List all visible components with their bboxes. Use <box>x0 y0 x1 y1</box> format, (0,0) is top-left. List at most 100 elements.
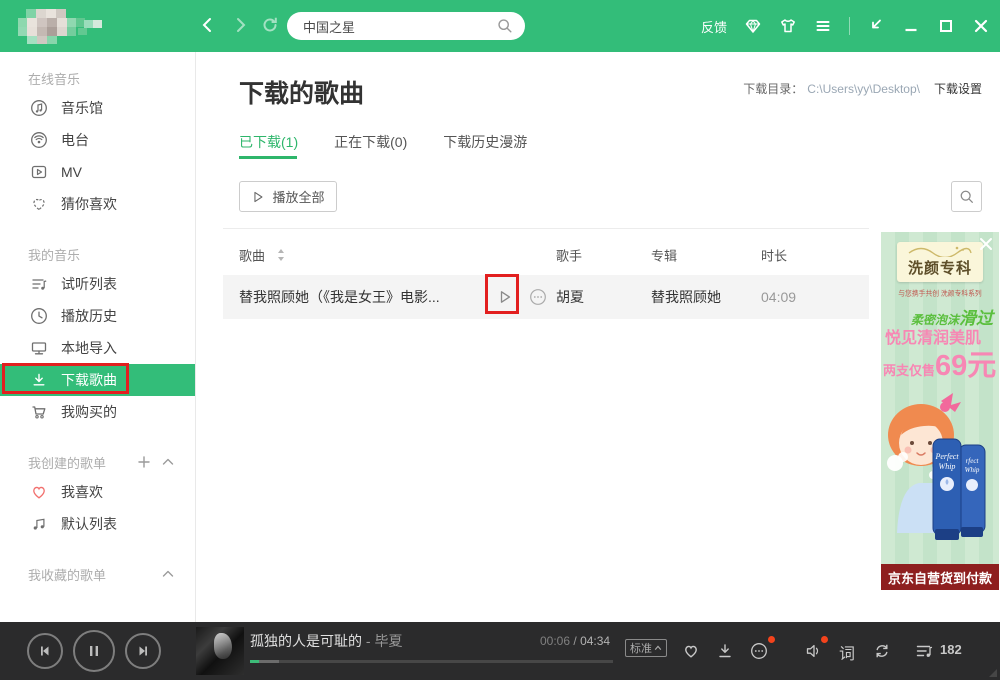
pause-button[interactable] <box>73 630 115 672</box>
sidebar-item-my-likes[interactable]: 我喜欢 <box>0 476 195 508</box>
close-icon[interactable] <box>972 17 990 35</box>
chevron-left-icon <box>199 16 217 34</box>
nav-forward-button[interactable] <box>228 14 252 38</box>
sidebar-item-mv[interactable]: MV <box>0 156 195 188</box>
skin-shirt-icon[interactable] <box>779 17 797 35</box>
current-time: 00:06 <box>540 634 570 648</box>
column-header-artist[interactable]: 歌手 <box>556 246 582 265</box>
sidebar-section-my-music: 我的音乐 <box>0 244 195 264</box>
more-options-badge <box>768 636 775 643</box>
tab-download-history[interactable]: 下载历史漫游 <box>443 132 527 152</box>
tab-downloaded[interactable]: 已下载(1) <box>239 132 298 152</box>
vip-gem-icon[interactable] <box>744 17 762 35</box>
svg-text:rfect: rfect <box>966 457 980 465</box>
main-menu-icon[interactable] <box>814 17 832 35</box>
ad-footer: 京东自营 货到付款 <box>881 564 999 590</box>
heart-icon <box>30 483 48 501</box>
volume-badge <box>821 636 828 643</box>
progress-fill <box>250 660 259 663</box>
next-track-button[interactable] <box>125 633 161 669</box>
ad-brand-logo: 洗颜专科 <box>897 242 983 282</box>
previous-icon <box>37 643 53 659</box>
playlist-count[interactable]: 182 <box>940 642 962 657</box>
more-options-icon[interactable] <box>750 642 768 660</box>
play-all-button[interactable]: 播放全部 <box>239 181 337 212</box>
ad-illustration: rfect Whip Perfect Whip <box>881 387 999 564</box>
minimize-icon[interactable] <box>902 17 920 35</box>
next-icon <box>135 643 151 659</box>
sidebar-item-purchased[interactable]: 我购买的 <box>0 396 195 428</box>
previous-track-button[interactable] <box>27 633 63 669</box>
lyrics-button[interactable]: 词 <box>839 640 855 664</box>
active-tab-underline <box>239 156 297 159</box>
play-history-icon <box>30 307 48 325</box>
guess-you-like-icon <box>30 195 48 213</box>
sidebar-item-download-songs[interactable]: 下载歌曲 <box>0 364 195 396</box>
quality-selector[interactable]: 标准 <box>625 639 667 657</box>
now-playing-album-art[interactable] <box>196 627 244 675</box>
sidebar: 在线音乐 音乐馆 电台 MV 猜你喜欢 我的音乐 试听列表 播放历史 本地 <box>0 52 196 622</box>
row-play-icon[interactable] <box>497 289 513 305</box>
nav-refresh-button[interactable] <box>258 14 282 38</box>
sidebar-item-default-list[interactable]: 默认列表 <box>0 508 195 540</box>
collapse-section-icon[interactable] <box>160 454 176 470</box>
total-time: 04:34 <box>580 634 610 648</box>
ad-tagline: 与您携手共创 洗颜专科系列 <box>890 289 990 298</box>
main-content: 下载的歌曲 下载目录： C:\Users\yy\Desktop\ 下载设置 已下… <box>197 52 1000 622</box>
radio-icon <box>30 131 48 149</box>
svg-text:Whip: Whip <box>965 466 980 474</box>
search-icon[interactable] <box>497 18 513 34</box>
player-bar: 孤独的人是可耻的 - 毕夏 00:06 / 04:34 标准 词 182 <box>0 622 1000 680</box>
sidebar-item-radio[interactable]: 电台 <box>0 124 195 156</box>
table-divider <box>223 228 869 229</box>
download-song-icon[interactable] <box>716 642 734 660</box>
time-display: 00:06 / 04:34 <box>540 634 610 648</box>
download-directory-info: 下载目录： C:\Users\yy\Desktop\ 下载设置 <box>743 80 982 97</box>
column-header-album[interactable]: 专辑 <box>651 246 677 265</box>
table-row[interactable]: 替我照顾她（《我是女王》电影... 胡夏 替我照顾她 04:09 <box>223 275 869 319</box>
row-more-icon[interactable] <box>529 288 547 306</box>
sidebar-item-play-history[interactable]: 播放历史 <box>0 300 195 332</box>
purchased-cart-icon <box>30 403 48 421</box>
sort-icon[interactable] <box>275 248 287 262</box>
ad-banner[interactable]: 洗颜专科 与您携手共创 洗颜专科系列 柔密泡沫滑过 悦见清润美肌 两支仅售69元… <box>881 232 999 590</box>
search-input[interactable]: 中国之星 <box>303 17 497 36</box>
now-playing-title: 孤独的人是可耻的 - 毕夏 <box>250 631 402 651</box>
nav-back-button[interactable] <box>196 14 220 38</box>
ad-footer-right: 货到付款 <box>940 568 992 587</box>
sidebar-section-collected-playlists: 我收藏的歌单 <box>0 564 195 584</box>
app-window: 中国之星 反馈 在线音乐 音乐馆 电台 MV <box>0 0 1000 680</box>
sidebar-item-local-import[interactable]: 本地导入 <box>0 332 195 364</box>
mini-mode-icon[interactable] <box>867 17 885 35</box>
progress-bar[interactable] <box>250 660 613 663</box>
ad-close-icon[interactable] <box>979 237 993 251</box>
favorite-heart-icon[interactable] <box>682 642 700 660</box>
svg-text:Whip: Whip <box>939 462 956 471</box>
download-dir-label: 下载目录： <box>743 80 803 97</box>
download-settings-link[interactable]: 下载设置 <box>934 80 982 97</box>
topbar: 中国之星 反馈 <box>0 0 1000 52</box>
resize-grip[interactable] <box>989 669 997 677</box>
local-import-icon <box>30 339 48 357</box>
column-header-song[interactable]: 歌曲 <box>239 246 265 265</box>
playlist-icon[interactable] <box>915 642 933 660</box>
tab-downloading[interactable]: 正在下载(0) <box>334 132 407 152</box>
ad-footer-left: 京东自营 <box>888 568 940 587</box>
add-playlist-icon[interactable] <box>136 454 152 470</box>
search-box[interactable]: 中国之星 <box>287 12 525 40</box>
song-album[interactable]: 替我照顾她 <box>651 287 721 307</box>
maximize-icon[interactable] <box>937 17 955 35</box>
sidebar-item-music-hall[interactable]: 音乐馆 <box>0 92 195 124</box>
download-icon <box>30 371 48 389</box>
feedback-link[interactable]: 反馈 <box>701 17 727 36</box>
topbar-actions: 反馈 <box>701 0 990 52</box>
collapse-section-icon[interactable] <box>160 566 176 582</box>
volume-icon[interactable] <box>804 642 822 660</box>
list-search-button[interactable] <box>951 181 982 212</box>
sidebar-item-guess-you-like[interactable]: 猜你喜欢 <box>0 188 195 220</box>
sidebar-item-audition-list[interactable]: 试听列表 <box>0 268 195 300</box>
song-artist[interactable]: 胡夏 <box>556 287 584 307</box>
song-title[interactable]: 替我照顾她（《我是女王》电影... <box>239 287 440 307</box>
loop-mode-icon[interactable] <box>873 642 891 660</box>
column-header-duration[interactable]: 时长 <box>761 246 787 265</box>
